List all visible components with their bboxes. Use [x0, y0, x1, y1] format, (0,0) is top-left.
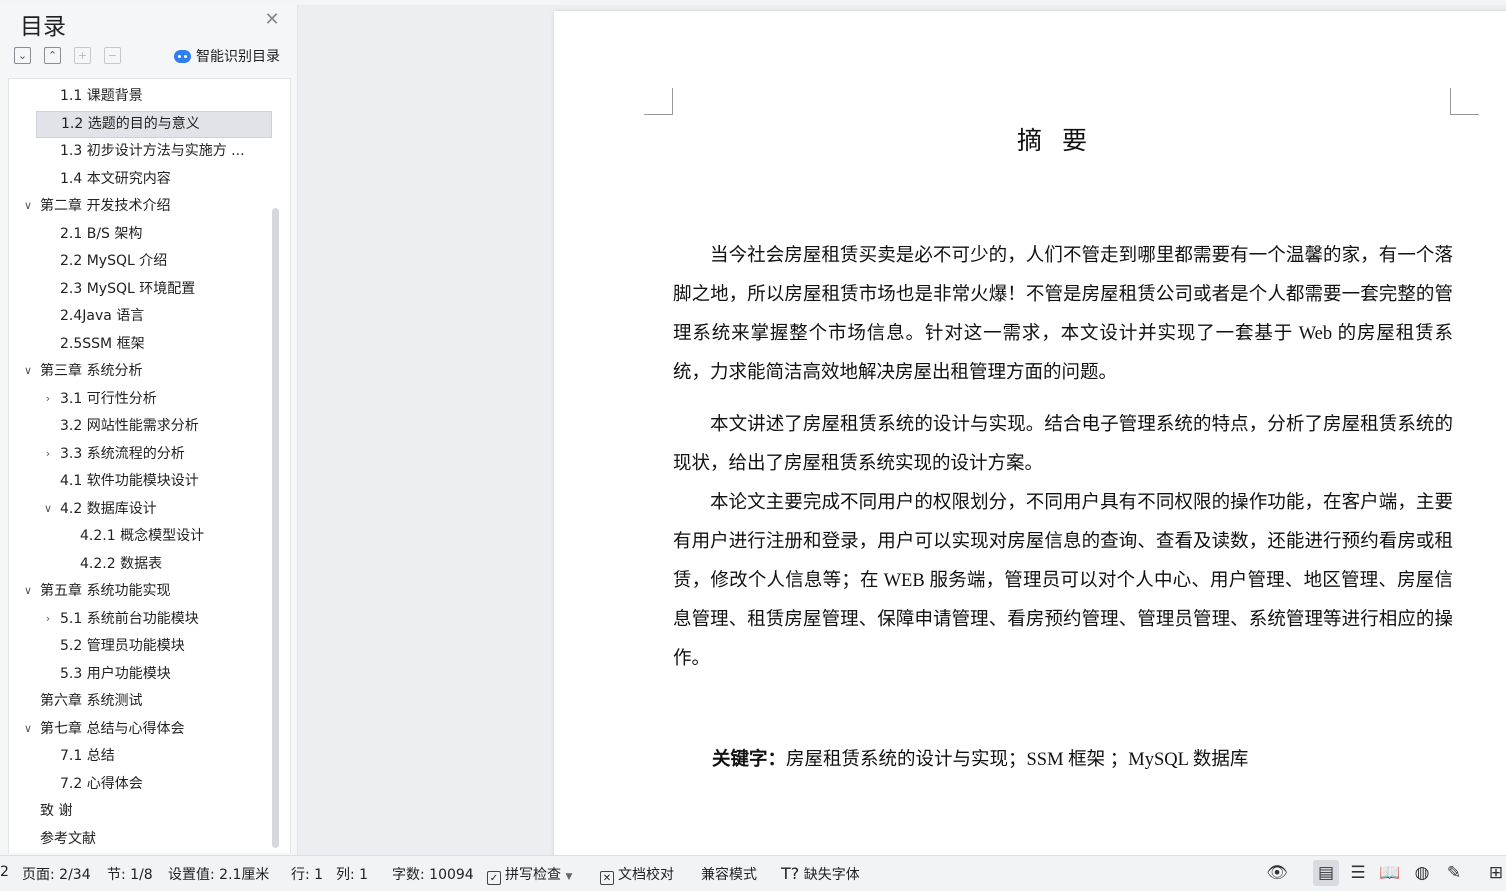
- document-page[interactable]: 摘要 当今社会房屋租赁买卖是必不可少的，人们不管走到哪里都需要有一个温馨的家，有…: [554, 11, 1506, 861]
- toc-item[interactable]: 7.2 心得体会: [60, 771, 143, 798]
- web-view-icon[interactable]: ◍: [1409, 860, 1435, 886]
- toc-item[interactable]: 3.3 系统流程的分析: [60, 441, 185, 468]
- toc-item[interactable]: 第六章 系统测试: [40, 688, 142, 715]
- keywords-line: 关键字：房屋租赁系统的设计与实现；SSM 框架 ；MySQL 数据库: [712, 741, 1248, 780]
- font-question-icon: T?: [781, 864, 800, 883]
- toc-toolbar: ⌄ ⌃ + −: [14, 47, 134, 65]
- compat-mode-button[interactable]: 兼容模式: [701, 864, 757, 884]
- toc-item[interactable]: 第二章 开发技术介绍: [40, 193, 170, 220]
- chevron-right-icon[interactable]: ›: [42, 612, 54, 625]
- toc-item[interactable]: 1.1 课题背景: [60, 83, 143, 110]
- toc-item[interactable]: 2.1 B/S 架构: [60, 221, 142, 248]
- eye-protection-icon[interactable]: 👁: [1264, 860, 1290, 886]
- missing-font-label: 缺失字体: [803, 867, 860, 883]
- toc-item[interactable]: 2.5SSM 框架: [60, 331, 145, 358]
- outline-view-icon[interactable]: ☰: [1345, 860, 1371, 886]
- toc-item[interactable]: 7.1 总结: [60, 743, 115, 770]
- toc-item[interactable]: 5.3 用户功能模块: [60, 661, 171, 688]
- toc-item[interactable]: 3.1 可行性分析: [60, 386, 157, 413]
- toc-scrollbar[interactable]: [272, 208, 279, 848]
- chevron-down-icon[interactable]: ∨: [22, 199, 34, 212]
- toc-item[interactable]: 5.1 系统前台功能模块: [60, 606, 199, 633]
- toc-item[interactable]: 2.4Java 语言: [60, 303, 144, 330]
- collapse-all-icon[interactable]: ⌃: [44, 47, 61, 64]
- reading-view-icon[interactable]: 📖: [1377, 860, 1403, 886]
- toc-panel-title: 目录: [20, 14, 66, 40]
- smart-toc-label: 智能识别目录: [196, 49, 280, 65]
- toc-item[interactable]: 第七章 总结与心得体会: [40, 716, 184, 743]
- toc-item[interactable]: 5.2 管理员功能模块: [60, 633, 185, 660]
- status-setting: 设置值: 2.1厘米: [168, 867, 270, 883]
- toc-item[interactable]: 3.2 网站性能需求分析: [60, 413, 199, 440]
- proofread-icon: ✕: [600, 871, 614, 885]
- toc-item[interactable]: 第五章 系统功能实现: [40, 578, 170, 605]
- more-view-icon[interactable]: ⊞: [1486, 860, 1506, 886]
- proofread-label: 文档校对: [618, 867, 674, 883]
- toc-item[interactable]: 1.4 本文研究内容: [60, 166, 171, 193]
- abstract-paragraph: 当今社会房屋租赁买卖是必不可少的，人们不管走到哪里都需要有一个温馨的家，有一个落…: [673, 246, 1453, 383]
- toc-item[interactable]: 4.2.1 概念模型设计: [80, 523, 204, 550]
- close-icon[interactable]: ✕: [263, 11, 281, 29]
- missing-font-button[interactable]: T? 缺失字体: [781, 864, 860, 884]
- status-row: 行: 1: [291, 867, 324, 883]
- ai-assistant-icon: [174, 49, 191, 63]
- toc-item[interactable]: 1.2 选题的目的与意义: [36, 111, 272, 138]
- chevron-down-icon[interactable]: ∨: [42, 502, 54, 515]
- proofread-button[interactable]: ✕ 文档校对: [600, 864, 674, 885]
- toc-item[interactable]: 2.2 MySQL 介绍: [60, 248, 167, 275]
- margin-corner-mark: [1450, 88, 1479, 115]
- document-area: 摘要 当今社会房屋租赁买卖是必不可少的，人们不管走到哪里都需要有一个温馨的家，有…: [298, 5, 1506, 861]
- chevron-down-icon[interactable]: ∨: [22, 584, 34, 597]
- abstract-paragraph: 本论文主要完成不同用户的权限划分，不同用户具有不同权限的操作功能，在客户端，主要…: [673, 493, 1453, 669]
- toc-item[interactable]: 2.3 MySQL 环境配置: [60, 276, 195, 303]
- toc-item[interactable]: 第三章 系统分析: [40, 358, 142, 385]
- expand-all-icon[interactable]: ⌄: [14, 47, 31, 64]
- chevron-right-icon[interactable]: ›: [42, 392, 54, 405]
- status-col: 列: 1: [336, 867, 369, 883]
- toc-item[interactable]: 1.3 初步设计方法与实施方 ...: [60, 138, 245, 165]
- chevron-down-icon[interactable]: ∨: [22, 364, 34, 377]
- demote-level-icon[interactable]: −: [104, 47, 121, 64]
- margin-corner-mark: [644, 88, 673, 115]
- chevron-down-icon[interactable]: ∨: [22, 722, 34, 735]
- status-section: 节: 1/8: [107, 867, 153, 883]
- status-edge: 2: [0, 864, 9, 880]
- abstract-title: 摘要: [1016, 126, 1107, 155]
- keywords-text: 房屋租赁系统的设计与实现；SSM 框架 ；MySQL 数据库: [786, 750, 1249, 770]
- toc-item[interactable]: 参考文献: [40, 826, 96, 853]
- status-wordcount[interactable]: 字数: 10094: [392, 864, 474, 884]
- spellcheck-label: 拼写检查: [505, 867, 561, 883]
- toc-item[interactable]: 4.1 软件功能模块设计: [60, 468, 199, 495]
- status-page[interactable]: 页面: 2/34: [22, 864, 91, 884]
- smart-toc-button[interactable]: 智能识别目录: [174, 46, 280, 66]
- toc-item[interactable]: 致 谢: [40, 798, 72, 825]
- toc-item[interactable]: 4.2 数据库设计: [60, 496, 157, 523]
- chevron-down-icon: ▼: [565, 872, 573, 882]
- pen-icon[interactable]: ✎: [1441, 860, 1467, 886]
- checkbox-icon: ✓: [487, 871, 501, 885]
- page-view-icon[interactable]: ▤: [1313, 860, 1339, 886]
- toc-item[interactable]: 4.2.2 数据表: [80, 551, 162, 578]
- toc-panel: 目录 ✕ ⌄ ⌃ + − 智能识别目录 1.1 课题背景 1.2 选题的目的与意义…: [0, 5, 298, 855]
- abstract-paragraph: 本文讲述了房屋租赁系统的设计与实现。结合电子管理系统的特点，分析了房屋租赁系统的…: [673, 415, 1453, 474]
- keywords-label: 关键字：: [712, 750, 787, 770]
- status-bar: 2 页面: 2/34 节: 1/8 设置值: 2.1厘米 行: 1 列: 1 字…: [0, 855, 1506, 891]
- spellcheck-button[interactable]: ✓ 拼写检查 ▼: [487, 864, 572, 885]
- promote-level-icon[interactable]: +: [74, 47, 91, 64]
- chevron-right-icon[interactable]: ›: [42, 447, 54, 460]
